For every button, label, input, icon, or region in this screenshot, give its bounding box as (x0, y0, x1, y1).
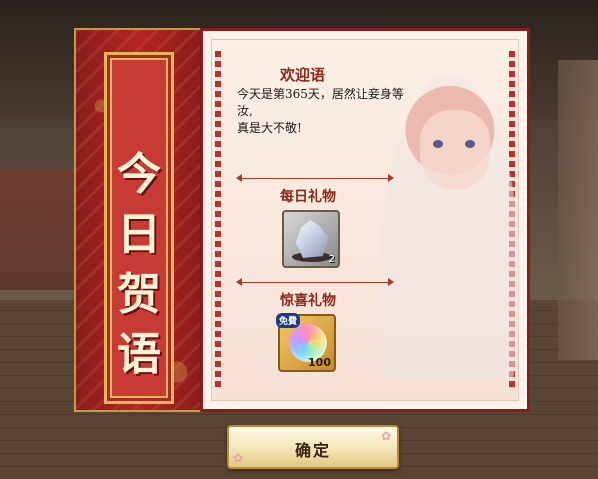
banner-char: 贺 (117, 269, 161, 320)
banner-panel: 今 日 贺 语 (104, 52, 174, 404)
background-pillar (558, 60, 598, 360)
banner-title: 今 日 贺 语 (107, 145, 171, 385)
character-eye (465, 140, 475, 148)
banner-char: 语 (117, 329, 161, 380)
item-count: 2 (328, 254, 335, 265)
daily-gift-title: 每日礼物 (280, 189, 336, 205)
greeting-line: 汝, (237, 104, 253, 118)
rope-decoration (215, 51, 221, 391)
section-divider (236, 174, 394, 182)
free-badge: 免費 (276, 313, 301, 328)
greeting-message: 今天是第365天，居然让妾身等 汝, 真是大不敬! (237, 86, 417, 137)
daily-gift-item[interactable]: 2 (282, 210, 340, 268)
background-shrine (0, 170, 80, 290)
greeting-title: 欢迎语 (280, 66, 326, 84)
surprise-gift-title: 惊喜礼物 (280, 293, 336, 309)
greeting-line: 今天是第365天，居然让妾身等 (237, 87, 404, 101)
greeting-line: 真是大不敬! (237, 121, 302, 135)
confirm-button[interactable]: ✿ ✿ 确定 (227, 425, 399, 469)
confirm-label: 确定 (294, 441, 331, 460)
section-divider (236, 278, 394, 286)
surprise-gift-item[interactable]: 免費 100 (276, 313, 336, 372)
banner-char: 今 (117, 149, 161, 200)
character-face (420, 110, 490, 190)
item-count: 100 (308, 356, 331, 369)
banner-char: 日 (117, 209, 161, 260)
character-eye (433, 140, 443, 148)
title-banner: 今 日 贺 语 (74, 28, 204, 412)
